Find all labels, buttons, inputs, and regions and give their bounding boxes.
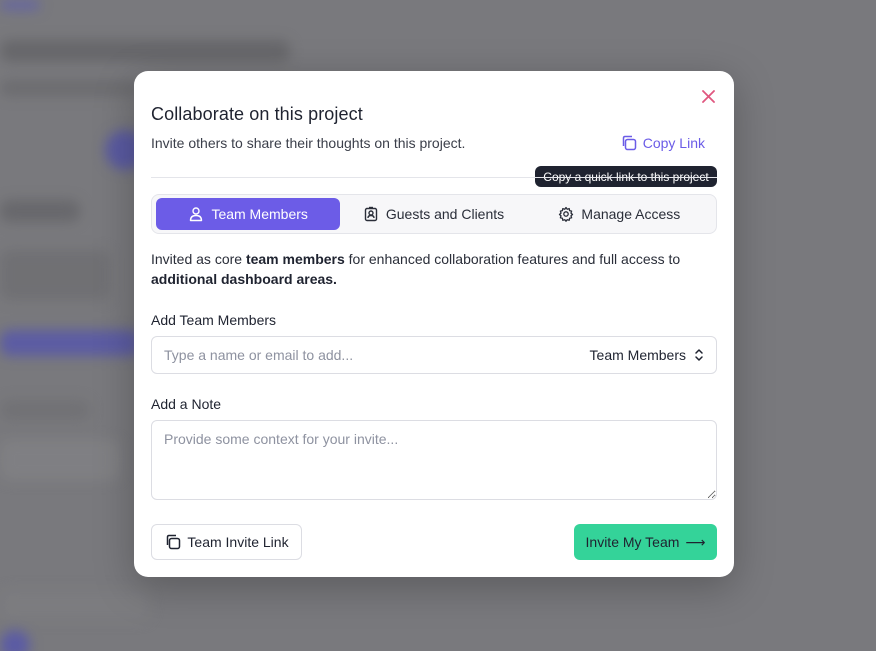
arrow-right-icon: ⟶ xyxy=(685,533,706,550)
copy-icon xyxy=(167,534,181,550)
user-icon xyxy=(190,207,203,222)
tab-label: Team Members xyxy=(211,206,308,222)
collaborate-modal: Collaborate on this project Invite other… xyxy=(134,71,734,577)
modal-subtitle: Invite others to share their thoughts on… xyxy=(151,135,466,151)
gear-icon xyxy=(559,206,574,222)
description-bold: team members xyxy=(245,251,345,267)
add-members-label: Add Team Members xyxy=(151,312,277,328)
invite-type-tabs: Team Members Guests and Clients Manage A… xyxy=(151,194,717,234)
chevron-up-down-icon xyxy=(695,349,703,361)
tab-manage-access[interactable]: Manage Access xyxy=(527,198,712,230)
close-button[interactable] xyxy=(700,88,716,104)
role-select-value: Team Members xyxy=(589,347,686,363)
team-invite-link-button[interactable]: Team Invite Link xyxy=(151,524,302,560)
header-divider xyxy=(151,177,717,178)
tab-guests-and-clients[interactable]: Guests and Clients xyxy=(340,198,526,230)
description-text: Invited as core xyxy=(151,251,246,267)
copy-icon xyxy=(622,135,636,151)
role-select[interactable]: Team Members xyxy=(590,347,704,363)
add-members-field: Team Members xyxy=(151,336,717,374)
close-icon xyxy=(701,89,715,103)
description-text: for enhanced collaboration features and … xyxy=(344,251,681,267)
modal-title: Collaborate on this project xyxy=(151,104,363,124)
tab-team-members[interactable]: Team Members xyxy=(156,198,341,230)
id-badge-icon xyxy=(364,206,378,222)
member-search-input[interactable] xyxy=(164,347,590,363)
tab-description: Invited as core team members for enhance… xyxy=(151,249,711,289)
note-textarea[interactable] xyxy=(151,420,717,500)
add-note-label: Add a Note xyxy=(151,396,222,412)
description-bold: additional dashboard areas. xyxy=(151,271,337,287)
copy-link-label: Copy Link xyxy=(642,135,705,151)
invite-team-button[interactable]: Invite My Team ⟶ xyxy=(574,524,717,560)
invite-button-label: Invite My Team xyxy=(585,534,680,550)
invite-link-label: Team Invite Link xyxy=(187,534,289,550)
tab-label: Manage Access xyxy=(581,206,681,222)
copy-link-button[interactable]: Copy Link xyxy=(620,134,705,152)
tab-label: Guests and Clients xyxy=(385,206,505,222)
